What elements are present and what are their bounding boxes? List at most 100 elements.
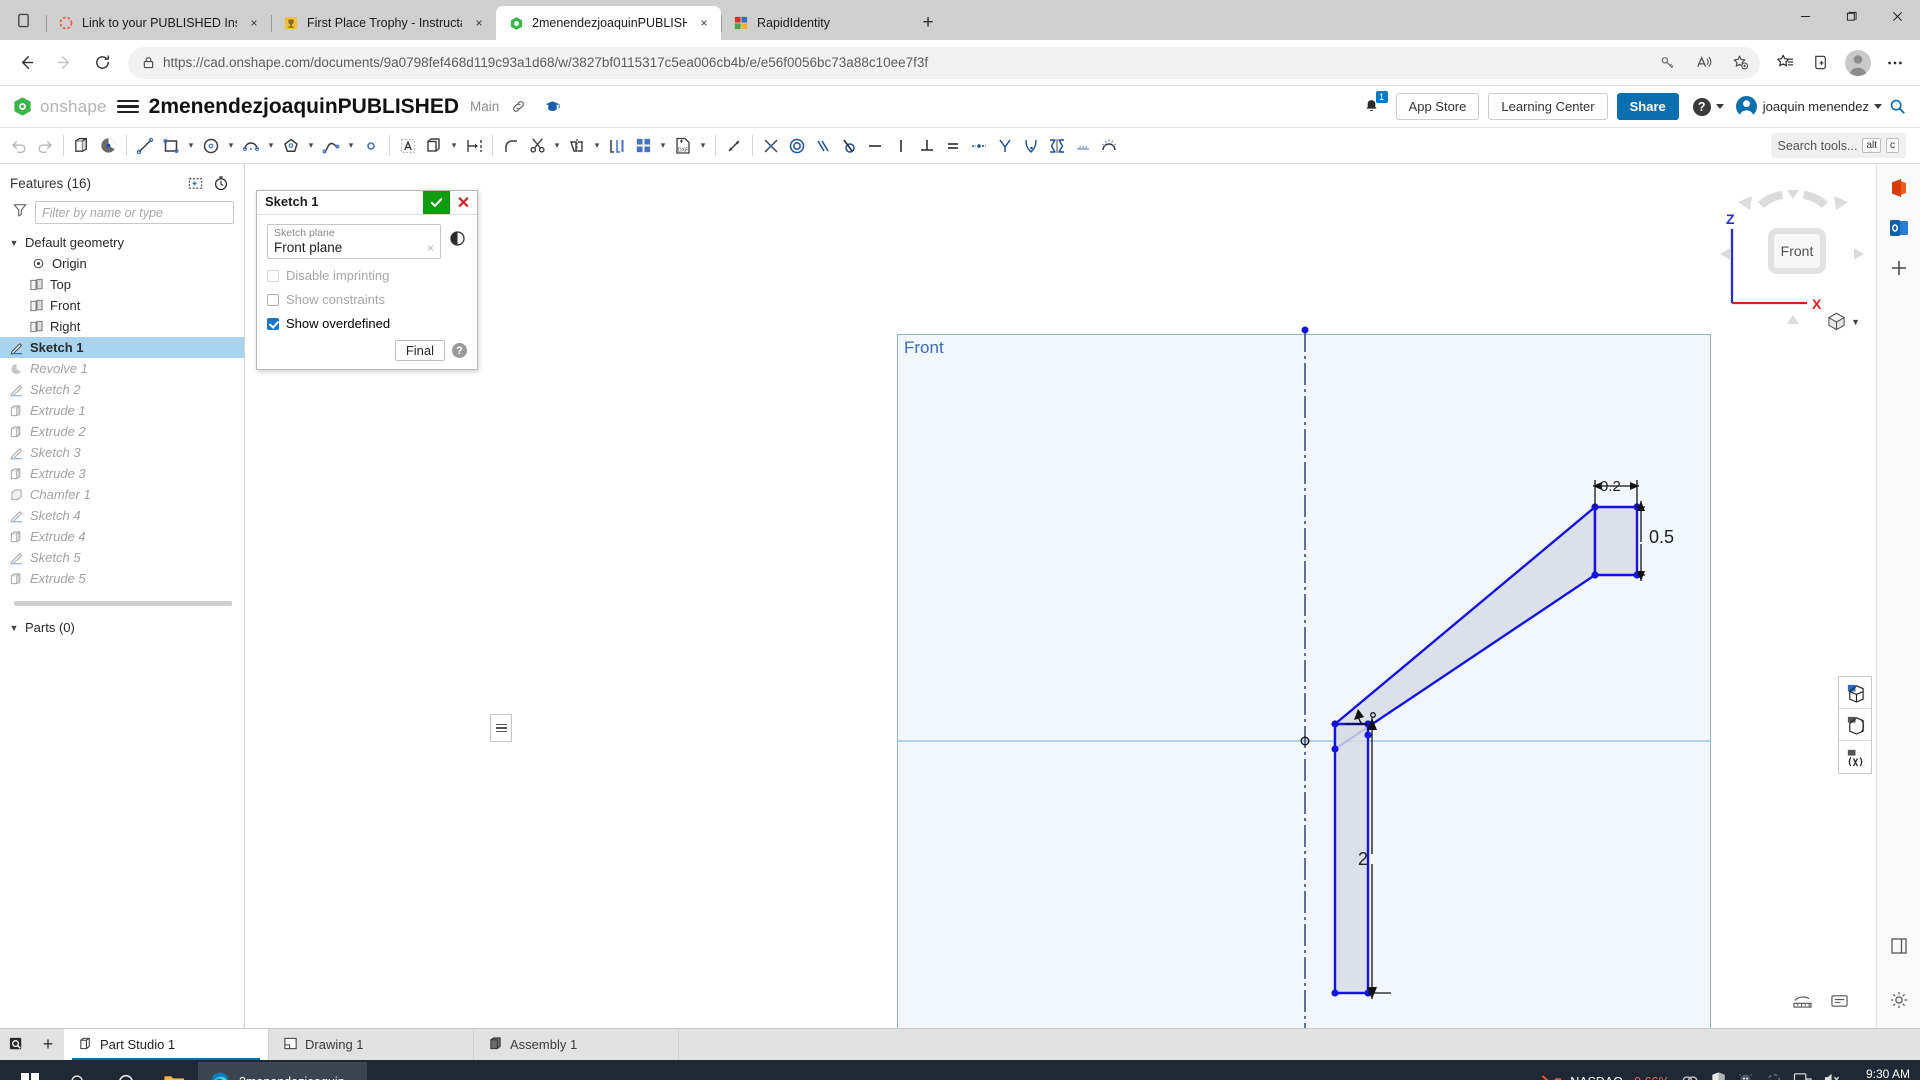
filter-icon[interactable] bbox=[12, 202, 28, 223]
taskbar-app-edge[interactable]: 2menendezjoaquin... bbox=[198, 1062, 368, 1080]
extrude-icon[interactable] bbox=[69, 131, 95, 161]
viewcube-front-face[interactable]: Front bbox=[1768, 228, 1826, 274]
tree-item-sketch-3[interactable]: Sketch 3 bbox=[0, 442, 244, 463]
tab-close-icon[interactable]: × bbox=[245, 14, 263, 32]
chevron-down-icon[interactable]: ▼ bbox=[1851, 317, 1860, 327]
tray-chain-icon[interactable] bbox=[1681, 1072, 1699, 1080]
tray-network-icon[interactable] bbox=[1793, 1071, 1812, 1080]
disable-imprinting-checkbox[interactable] bbox=[267, 269, 279, 282]
reload-icon[interactable] bbox=[84, 45, 120, 81]
forward-arrow-icon[interactable] bbox=[46, 45, 82, 81]
search-tools-button[interactable]: Search tools... alt c bbox=[1770, 133, 1906, 158]
tree-item-sketch-4[interactable]: Sketch 4 bbox=[0, 505, 244, 526]
sketch-accept-button[interactable] bbox=[423, 191, 450, 214]
add-tab-button[interactable]: + bbox=[32, 1029, 64, 1060]
tree-item-front[interactable]: Front bbox=[0, 295, 244, 316]
tree-item-extrude-3[interactable]: Extrude 3 bbox=[0, 463, 244, 484]
tab-search-icon[interactable] bbox=[0, 1029, 32, 1060]
show-overdefined-checkbox[interactable] bbox=[267, 317, 279, 330]
settings-more-icon[interactable] bbox=[1878, 46, 1912, 80]
collections-icon[interactable] bbox=[1804, 46, 1838, 80]
panel-flyout-handle[interactable] bbox=[490, 714, 512, 742]
polygon-chevron-down-icon[interactable]: ▾ bbox=[304, 140, 318, 151]
linear-pattern-icon[interactable] bbox=[604, 131, 630, 161]
use-chevron-down-icon[interactable]: ▾ bbox=[447, 140, 461, 151]
browser-tab-1[interactable]: First Place Trophy - Instructables × bbox=[271, 6, 496, 40]
show-overdefined-row[interactable]: Show overdefined bbox=[267, 316, 467, 331]
construction-line-icon[interactable] bbox=[1070, 131, 1096, 161]
tree-item-right[interactable]: Right bbox=[0, 316, 244, 337]
use-projection-icon[interactable] bbox=[421, 131, 447, 161]
text-tool-icon[interactable] bbox=[395, 131, 421, 161]
help-chevron-down-icon[interactable] bbox=[1715, 104, 1724, 109]
tab-assembly-1[interactable]: Assembly 1 bbox=[474, 1029, 679, 1060]
taskbar-clock[interactable]: 9:30 AM 12/2/2022 bbox=[1853, 1067, 1910, 1080]
view-perspective-button[interactable]: ▼ bbox=[1826, 311, 1860, 332]
app-store-button[interactable]: App Store bbox=[1395, 93, 1480, 120]
outlook-icon[interactable] bbox=[1885, 214, 1913, 242]
symmetric-constraint-icon[interactable] bbox=[992, 131, 1018, 161]
browser-tab-2[interactable]: 2menendezjoaquinPUBLISHED | × bbox=[496, 6, 721, 40]
arc-tool-icon[interactable] bbox=[238, 131, 264, 161]
arc-chevron-down-icon[interactable]: ▾ bbox=[264, 140, 278, 151]
clear-icon[interactable]: × bbox=[427, 241, 436, 255]
new-folder-icon[interactable] bbox=[182, 175, 208, 191]
tree-item-top[interactable]: Top bbox=[0, 274, 244, 295]
tree-item-extrude-1[interactable]: Extrude 1 bbox=[0, 400, 244, 421]
dimension-tool-icon[interactable] bbox=[721, 131, 747, 161]
spline-tool-icon[interactable] bbox=[318, 131, 344, 161]
cortana-icon[interactable] bbox=[102, 1060, 150, 1080]
add-app-icon[interactable] bbox=[1885, 254, 1913, 282]
circle-tool-icon[interactable] bbox=[198, 131, 224, 161]
user-name-label[interactable]: joaquin menendez bbox=[1763, 99, 1869, 114]
address-bar[interactable]: https://cad.onshape.com/documents/9a0798… bbox=[128, 46, 1760, 79]
variables-icon[interactable] bbox=[1044, 131, 1070, 161]
browser-tab-0[interactable]: Link to your PUBLISHED Instructa × bbox=[46, 6, 271, 40]
dxf-chevron-down-icon[interactable]: ▾ bbox=[696, 140, 710, 151]
rail-settings-gear-icon[interactable] bbox=[1885, 986, 1913, 1014]
fillet-tool-icon[interactable] bbox=[498, 131, 524, 161]
stock-widget[interactable]: NASDAQ -0.66% bbox=[1541, 1072, 1670, 1080]
hidden-lines-icon[interactable] bbox=[1839, 677, 1871, 709]
tangent-constraint-icon[interactable] bbox=[836, 131, 862, 161]
browser-tab-3[interactable]: RapidIdentity bbox=[721, 6, 911, 40]
branch-label[interactable]: Main bbox=[470, 99, 499, 114]
profile-icon[interactable] bbox=[1845, 49, 1871, 76]
start-button[interactable] bbox=[6, 1060, 54, 1080]
file-explorer-icon[interactable] bbox=[150, 1060, 198, 1080]
line-tool-icon[interactable] bbox=[132, 131, 158, 161]
chevron-down-icon[interactable]: ▼ bbox=[8, 623, 20, 633]
pattern-chevron-down-icon[interactable]: ▾ bbox=[656, 140, 670, 151]
final-button[interactable]: Final bbox=[394, 340, 445, 361]
window-minimize-button[interactable] bbox=[1782, 0, 1828, 32]
view-cube[interactable]: Z X Front ▼ bbox=[1712, 186, 1872, 336]
section-view-icon[interactable] bbox=[1839, 709, 1871, 741]
coincident-constraint-icon[interactable] bbox=[758, 131, 784, 161]
global-search-icon[interactable] bbox=[1882, 98, 1912, 115]
tab-drawing-1[interactable]: Drawing 1 bbox=[269, 1029, 474, 1060]
polygon-tool-icon[interactable] bbox=[278, 131, 304, 161]
redo-icon[interactable] bbox=[32, 131, 58, 161]
revolve-icon[interactable] bbox=[95, 131, 121, 161]
tray-antivirus-icon[interactable] bbox=[1738, 1071, 1755, 1080]
tray-security-warning-icon[interactable] bbox=[1710, 1071, 1727, 1080]
tree-item-extrude-4[interactable]: Extrude 4 bbox=[0, 526, 244, 547]
tree-item-sketch-2[interactable]: Sketch 2 bbox=[0, 379, 244, 400]
tree-item-origin[interactable]: Origin bbox=[0, 253, 244, 274]
tab-search-icon[interactable] bbox=[0, 0, 46, 40]
avatar[interactable] bbox=[1735, 96, 1757, 117]
import-dxf-icon[interactable]: DXF bbox=[670, 131, 696, 161]
equal-constraint-icon[interactable] bbox=[940, 131, 966, 161]
tree-item-extrude-2[interactable]: Extrude 2 bbox=[0, 421, 244, 442]
panel-expand-icon[interactable] bbox=[1885, 932, 1913, 960]
graphics-canvas[interactable]: Front 0.5 0.2 2 Z X Front ▼ bbox=[245, 164, 1920, 1028]
sketch-display-icon[interactable] bbox=[1096, 131, 1122, 161]
onshape-logo[interactable]: onshape bbox=[8, 96, 113, 117]
rectangle-tool-icon[interactable] bbox=[158, 131, 184, 161]
circle-chevron-down-icon[interactable]: ▾ bbox=[224, 140, 238, 151]
rollback-history-icon[interactable] bbox=[208, 175, 234, 191]
graduation-cap-icon[interactable] bbox=[537, 92, 567, 122]
tree-group-default-geometry[interactable]: ▼ Default geometry bbox=[0, 232, 244, 253]
taskbar-search-icon[interactable] bbox=[54, 1060, 102, 1080]
sketch-plane-field[interactable]: Sketch plane Front plane × bbox=[267, 224, 441, 259]
